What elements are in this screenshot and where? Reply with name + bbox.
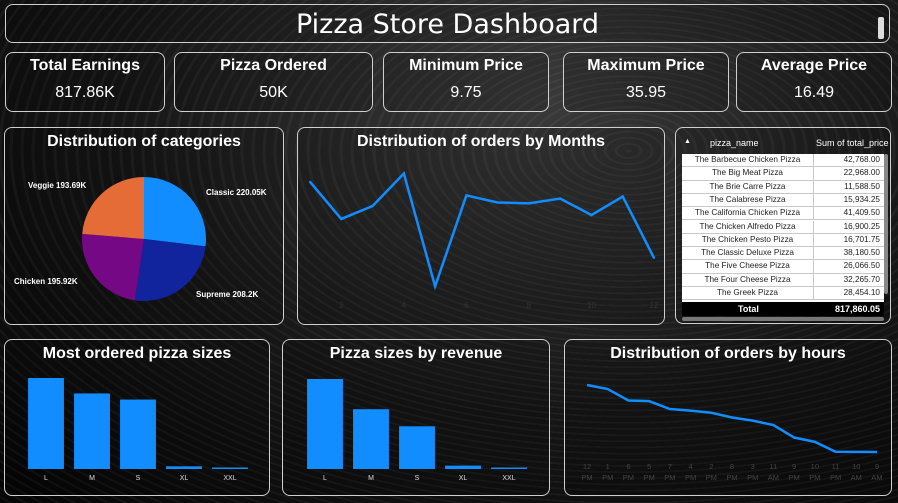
x-tick-label-ampm: AM — [768, 473, 779, 482]
x-tick-label: XL — [459, 475, 468, 482]
x-tick-label-ampm: PM — [747, 473, 758, 482]
x-tick-label-hour: 9 — [792, 462, 796, 471]
bar-m — [353, 409, 389, 469]
x-tick-label: 12 — [650, 301, 659, 310]
pie-data-label: Classic 220.05K — [206, 188, 267, 197]
bar-l — [307, 379, 343, 469]
pie-slice-supreme — [134, 239, 206, 301]
x-tick-label: M — [368, 475, 374, 482]
x-tick-label: S — [415, 475, 420, 482]
data-point — [434, 285, 437, 288]
x-tick-label-ampm: PM — [664, 473, 675, 482]
x-tick-label: 4 — [402, 301, 407, 310]
charts-layer: Classic 220.05K Supreme 208.2K Chicken 195… — [14, 171, 883, 482]
line-series-orders-by-hour — [586, 383, 878, 454]
x-tick-label-hour: 2 — [709, 462, 713, 471]
pie-slice-veggie — [82, 177, 144, 239]
x-tick-label-ampm: PM — [830, 473, 841, 482]
x-tick-label-ampm: AM — [851, 473, 862, 482]
bar-s — [399, 426, 435, 469]
data-point — [496, 201, 499, 204]
x-tick-label-hour: 1 — [606, 462, 610, 471]
x-tick-label-ampm: PM — [623, 473, 634, 482]
x-tick-label: L — [44, 475, 48, 482]
x-tick-label-hour: 11 — [832, 462, 840, 471]
pie-data-label: Supreme 208.2K — [196, 290, 258, 299]
pie-slice-chicken — [82, 233, 144, 301]
x-tick-label-hour: 6 — [626, 462, 630, 471]
x-tick-label: 6 — [464, 301, 469, 310]
x-tick-label-hour: 9 — [875, 462, 879, 471]
x-tick-label-ampm: PM — [706, 473, 717, 482]
line-series-orders-by-month — [309, 171, 656, 291]
x-tick-label-ampm: PM — [789, 473, 800, 482]
x-tick-label-ampm: PM — [726, 473, 737, 482]
x-tick-label: L — [323, 475, 327, 482]
x-tick-label-hour: 10 — [811, 462, 819, 471]
x-tick-label: 8 — [527, 301, 532, 310]
data-point — [371, 205, 374, 208]
x-tick-label-hour: 5 — [647, 462, 651, 471]
x-tick-label-hour: 3 — [751, 462, 755, 471]
x-tick-label-ampm: PM — [581, 473, 592, 482]
x-tick-label-ampm: AM — [871, 473, 882, 482]
pie-slice-classic — [144, 177, 206, 247]
x-tick-label-ampm: PM — [602, 473, 613, 482]
x-tick-label-hour: 11 — [770, 462, 778, 471]
data-point — [465, 194, 468, 197]
bar-xxl — [212, 467, 248, 469]
x-tick-label-ampm: PM — [644, 473, 655, 482]
x-tick-label-ampm: PM — [685, 473, 696, 482]
x-tick-label: S — [136, 475, 141, 482]
x-tick-label: XXL — [502, 475, 515, 482]
data-point — [559, 197, 562, 200]
data-point — [340, 217, 343, 220]
bar-m — [74, 393, 110, 469]
bar-xxl — [491, 467, 527, 469]
data-point — [527, 202, 530, 205]
pie-data-label: Veggie 193.69K — [28, 181, 86, 190]
data-point — [590, 214, 593, 217]
x-tick-label: XXL — [223, 475, 236, 482]
x-tick-label: M — [89, 475, 95, 482]
x-tick-label-hour: 4 — [688, 462, 692, 471]
x-tick-label-hour: 8 — [730, 462, 734, 471]
data-point — [402, 172, 405, 175]
bar-l — [28, 378, 64, 469]
x-tick-label-hour: 7 — [668, 462, 672, 471]
data-point — [309, 180, 311, 183]
x-tick-label: 2 — [339, 301, 344, 310]
x-tick-label: XL — [180, 475, 189, 482]
bar-xl — [445, 465, 481, 469]
x-tick-label-hour: 12 — [583, 462, 591, 471]
bar-s — [120, 399, 156, 469]
bar-xl — [166, 466, 202, 469]
pie-data-label: Chicken 195.92K — [14, 277, 78, 286]
data-point — [621, 195, 624, 198]
x-tick-label: 10 — [587, 301, 596, 310]
x-tick-label-ampm: PM — [809, 473, 820, 482]
x-tick-label-hour: 10 — [852, 462, 860, 471]
data-point — [653, 256, 655, 259]
